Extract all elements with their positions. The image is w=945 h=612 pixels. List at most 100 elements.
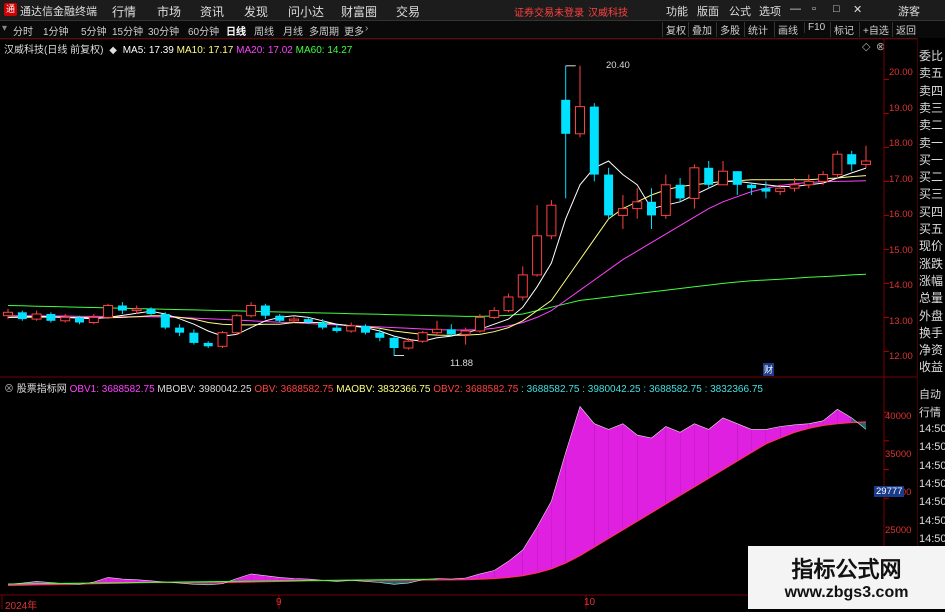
- sidebar-tick-item[interactable]: 14:50: [919, 533, 945, 545]
- price-tick: 20.00: [889, 67, 913, 78]
- sidebar-quote-item[interactable]: 买三: [919, 185, 943, 202]
- sidebar-quote-item[interactable]: 买一: [919, 151, 943, 168]
- price-tick: 13.00: [889, 316, 913, 327]
- sidebar-quote-item[interactable]: 买五: [919, 220, 943, 237]
- sidebar-tick-item[interactable]: 14:50: [919, 515, 945, 527]
- obv-band-segment: [794, 423, 809, 433]
- candle-body-down: [117, 305, 127, 311]
- candle-body-up: [503, 296, 514, 312]
- candle-body-down: [189, 332, 199, 343]
- candle-body-up: [718, 170, 728, 186]
- sidebar-quote-item[interactable]: 收益: [919, 358, 943, 375]
- candle-body-up: [632, 201, 643, 210]
- candle-body-up: [289, 318, 299, 322]
- obv-band-segment: [608, 423, 623, 539]
- candle-body-down: [318, 322, 328, 328]
- candle-body-down: [732, 171, 742, 185]
- candle-body-down: [375, 332, 385, 338]
- obv-band-segment: [580, 406, 595, 556]
- candle-body-up: [60, 316, 71, 322]
- indicator-tick: 40000: [885, 411, 912, 422]
- price-tick: 16.00: [889, 209, 913, 220]
- sidebar-quote-item[interactable]: 卖四: [919, 82, 943, 99]
- candle-body-down: [17, 312, 27, 320]
- candle-body-down: [75, 317, 84, 323]
- obv-band-segment: [737, 423, 752, 461]
- candle-body-down: [446, 329, 456, 335]
- obv-band-segment: [751, 429, 766, 453]
- indicator-tick: 35000: [885, 449, 912, 460]
- sidebar-quote-item[interactable]: 买二: [919, 168, 943, 185]
- obv-band-segment: [651, 426, 666, 513]
- sidebar-tick-item[interactable]: 行情: [919, 404, 941, 420]
- price-tick: 15.00: [889, 245, 913, 256]
- candle-body-down: [647, 201, 656, 216]
- obv-band-segment: [780, 424, 795, 438]
- obv-band-segment: [622, 423, 638, 530]
- price-tick: 17.00: [889, 174, 913, 185]
- sidebar-quote-item[interactable]: 外盘: [919, 307, 943, 324]
- candle-body-down: [160, 314, 170, 328]
- sidebar-tick-item[interactable]: 14:50: [919, 460, 945, 472]
- indicator-tick: 25000: [885, 525, 912, 536]
- financial-marker[interactable]: 财: [763, 363, 775, 376]
- candle-body-down: [604, 174, 614, 216]
- candle-body-up: [517, 274, 528, 298]
- candle-body-up: [546, 204, 557, 237]
- obv-band-segment: [494, 561, 509, 579]
- candle-body-up: [818, 174, 829, 182]
- candle-body-up: [689, 167, 700, 199]
- obv-band-segment: [694, 423, 709, 487]
- date-tick: 10: [584, 597, 596, 608]
- candle-body-up: [460, 330, 471, 335]
- sidebar-quote-item[interactable]: 现价: [919, 237, 943, 254]
- candle-body-up: [131, 308, 142, 312]
- candle-body-down: [46, 314, 56, 321]
- sidebar-quote-item[interactable]: 卖五: [919, 64, 943, 81]
- stock-chart[interactable]: [0, 0, 945, 609]
- obv-band-segment: [637, 435, 652, 522]
- sidebar-quote-item[interactable]: 总量: [919, 289, 943, 306]
- obv-band-segment: [479, 570, 495, 580]
- candle-body-up: [88, 316, 99, 323]
- sidebar-quote-item[interactable]: 涨幅: [919, 272, 943, 289]
- sidebar-quote-item[interactable]: 涨跌: [919, 255, 943, 272]
- candle-body-down: [761, 188, 771, 192]
- obv-band-segment: [823, 409, 838, 426]
- obv-band-segment: [551, 452, 566, 569]
- candle-body-up: [403, 340, 414, 349]
- sidebar-quote-item[interactable]: 卖二: [919, 116, 943, 133]
- date-tick: 2024年: [5, 601, 38, 612]
- sidebar-tick-item[interactable]: 14:50: [919, 441, 945, 453]
- candle-body-up: [832, 153, 843, 176]
- sidebar-tick-item[interactable]: 14:50: [919, 496, 945, 508]
- site-watermark: 指标公式网 www.zbgs3.com: [748, 546, 945, 609]
- candle-body-up: [417, 332, 428, 342]
- candle-body-down: [561, 99, 571, 134]
- sidebar-tick-item[interactable]: 自动: [919, 386, 941, 402]
- sidebar-quote-item[interactable]: 净资: [919, 341, 943, 358]
- obv-band-segment: [537, 501, 552, 573]
- obv-band-segment: [665, 426, 681, 504]
- candle-body-down: [675, 184, 685, 199]
- candle-body-up: [532, 235, 543, 276]
- candle-body-down: [847, 154, 857, 165]
- candle-body-down: [260, 305, 270, 316]
- sidebar-quote-item[interactable]: 委比: [919, 47, 943, 64]
- low-price-label: 11.88: [450, 358, 474, 369]
- sidebar-tick-item[interactable]: 14:50: [919, 423, 945, 435]
- candle-body-up: [803, 180, 814, 186]
- price-tick: 12.00: [889, 351, 913, 362]
- candle-body-down: [361, 325, 370, 333]
- candle-body-up: [575, 106, 585, 135]
- current-indicator-value: 29777: [874, 486, 905, 497]
- candle-body-down: [275, 315, 285, 321]
- candle-body-up: [660, 184, 671, 216]
- sidebar-quote-item[interactable]: 买四: [919, 203, 943, 220]
- obv-band-segment: [680, 423, 695, 496]
- sidebar-quote-item[interactable]: 卖三: [919, 99, 943, 116]
- sidebar-tick-item[interactable]: 14:50: [919, 478, 945, 490]
- sidebar-quote-item[interactable]: 卖一: [919, 134, 943, 151]
- sidebar-quote-item[interactable]: 换手: [919, 324, 943, 341]
- candle-body-down: [146, 308, 156, 314]
